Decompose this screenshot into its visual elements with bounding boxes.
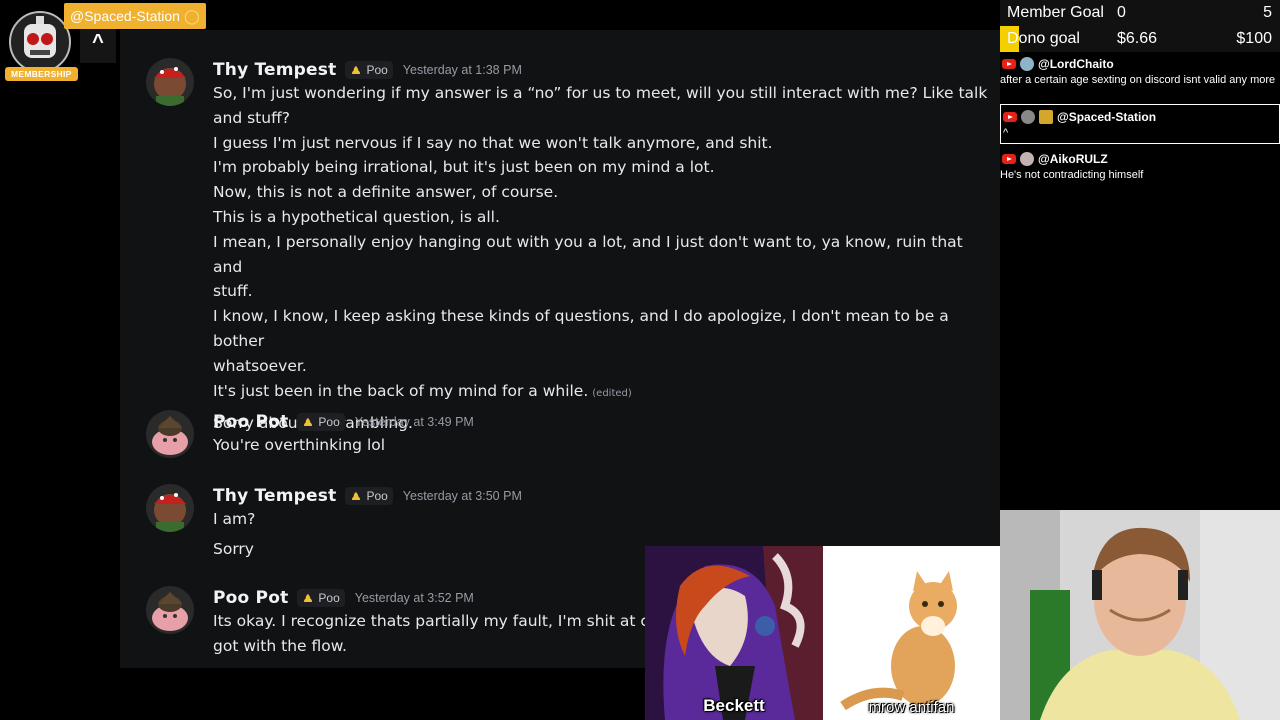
- streamer-webcam: [1000, 510, 1280, 720]
- message-line: I mean, I personally enjoy hanging out w…: [213, 232, 963, 276]
- timestamp: Yesterday at 3:52 PM: [354, 591, 474, 605]
- message-line: It's just been in the back of my mind fo…: [213, 379, 993, 407]
- message-line: I guess I'm just nervous if I say no tha…: [213, 133, 773, 152]
- role-tag-label: Poo: [318, 591, 340, 605]
- author-name[interactable]: Thy Tempest: [213, 486, 336, 506]
- poo-icon: [302, 592, 314, 604]
- author-name[interactable]: Poo Pot: [213, 412, 288, 432]
- avatar: [146, 484, 194, 532]
- member-goal-target: 5: [1263, 4, 1272, 21]
- poo-icon: [350, 64, 362, 76]
- author-name[interactable]: Thy Tempest: [213, 60, 336, 80]
- message-header: Poo Pot Poo Yesterday at 3:49 PM: [213, 410, 474, 434]
- avatar: [146, 586, 194, 634]
- chat-message-highlighted: @Spaced-Station ^: [1000, 104, 1280, 144]
- message-body: You're overthinking lol: [213, 433, 993, 458]
- poo-icon: [302, 416, 314, 428]
- avatar: [1021, 110, 1035, 124]
- member-goal-row: Member Goal 0 5: [1000, 0, 1280, 26]
- role-tag: Poo: [345, 61, 393, 79]
- chat-username: @AikoRULZ: [1038, 152, 1108, 166]
- message-line: Now, this is not a definite answer, of c…: [213, 183, 559, 202]
- message-line: and stuff?: [213, 108, 290, 127]
- chat-text: ^: [1003, 127, 1009, 139]
- chat-text: after a certain age sexting on discord i…: [1000, 74, 1276, 86]
- youtube-icon: [1002, 59, 1016, 69]
- channel-name: @Spaced-Station: [70, 8, 180, 24]
- channel-name-badge: @Spaced-Station ◯: [64, 3, 206, 29]
- role-tag-label: Poo: [318, 415, 340, 429]
- message-line: I'm probably being irrational, but it's …: [213, 158, 715, 177]
- message-line-text: It's just been in the back of my mind fo…: [213, 381, 589, 400]
- verified-icon: ◯: [183, 7, 200, 24]
- goals-panel: Member Goal 0 5 Dono goal $6.66 $100: [1000, 0, 1280, 52]
- chat-username: @LordChaito: [1038, 57, 1114, 71]
- live-chat: @LordChaito after a certain age sexting …: [1000, 52, 1280, 510]
- membership-badge: MEMBERSHIP: [5, 67, 78, 81]
- role-tag: Poo: [297, 413, 345, 431]
- chat-message: @LordChaito after a certain age sexting …: [1000, 54, 1280, 87]
- message-line: I am?: [213, 510, 256, 528]
- message-line: This is a hypothetical question, is all.: [213, 207, 500, 226]
- author-name[interactable]: Poo Pot: [213, 588, 288, 608]
- webcam-feed: [1000, 510, 1280, 720]
- message-line: whatsoever.: [213, 356, 307, 375]
- chat-username: @Spaced-Station: [1057, 110, 1157, 124]
- youtube-icon: [1003, 112, 1017, 122]
- message-body: So, I'm just wondering if my answer is a…: [213, 81, 993, 436]
- dono-goal-row: Dono goal $6.66 $100: [1000, 26, 1280, 52]
- cat-image: [823, 546, 1000, 720]
- timestamp: Yesterday at 3:49 PM: [354, 415, 474, 429]
- dono-goal-target: $100: [1236, 30, 1272, 47]
- avatar: [1020, 57, 1034, 71]
- member-goal-label: Member Goal: [1007, 4, 1104, 21]
- timestamp: Yesterday at 3:50 PM: [402, 489, 522, 503]
- cat-overlay: mrow antifan: [823, 546, 1000, 720]
- chat-message: @AikoRULZ He's not contradicting himself: [1000, 149, 1280, 182]
- edited-marker: (edited): [592, 387, 632, 399]
- dono-goal-current: $6.66: [1117, 30, 1158, 47]
- role-tag: Poo: [297, 589, 345, 607]
- role-tag-label: Poo: [366, 489, 388, 503]
- role-tag-label: Poo: [366, 63, 388, 77]
- dono-goal-label: Dono goal: [1007, 30, 1080, 47]
- message-header: Thy Tempest Poo Yesterday at 3:50 PM: [213, 484, 522, 508]
- avatar: [146, 58, 194, 106]
- timestamp: Yesterday at 1:38 PM: [402, 63, 522, 77]
- member-badge-icon: [1039, 110, 1053, 124]
- message-header: Thy Tempest Poo Yesterday at 1:38 PM: [213, 58, 522, 82]
- message-line: You're overthinking lol: [213, 436, 386, 454]
- poo-icon: [350, 490, 362, 502]
- message-header: Poo Pot Poo Yesterday at 3:52 PM: [213, 586, 474, 610]
- message-line: So, I'm just wondering if my answer is a…: [213, 84, 988, 102]
- beckett-overlay: Beckett: [645, 546, 823, 720]
- chat-text: He's not contradicting himself: [1000, 169, 1144, 181]
- beckett-art: [645, 546, 823, 720]
- youtube-icon: [1002, 154, 1016, 164]
- caret-message: ^: [80, 29, 116, 63]
- avatar: [146, 410, 194, 458]
- cat-caption: mrow antifan: [868, 699, 955, 716]
- message-line: I know, I know, I keep asking these kind…: [213, 307, 949, 350]
- member-goal-current: 0: [1117, 4, 1126, 21]
- message-line: stuff.: [213, 282, 253, 301]
- role-tag: Poo: [345, 487, 393, 505]
- avatar: [1020, 152, 1034, 166]
- beckett-caption: Beckett: [703, 696, 765, 715]
